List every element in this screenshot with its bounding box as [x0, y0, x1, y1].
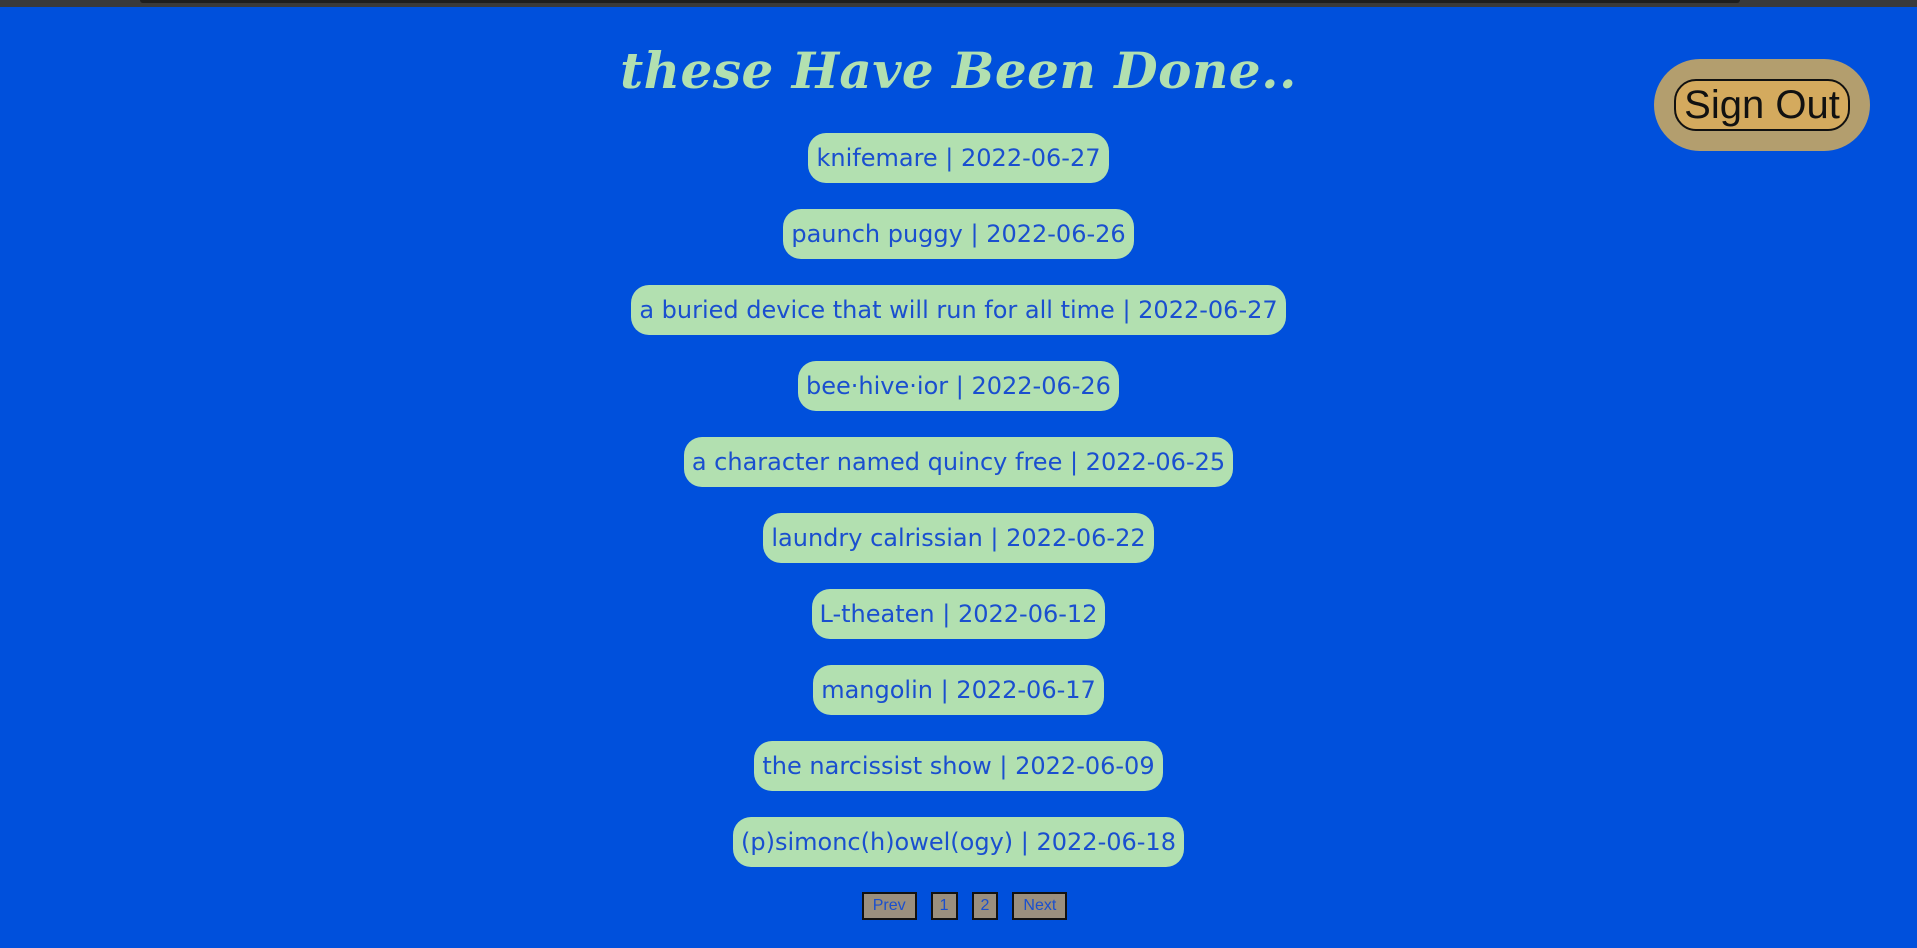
list-item[interactable]: knifemare | 2022-06-27	[808, 133, 1109, 183]
list-item[interactable]: mangolin | 2022-06-17	[813, 665, 1104, 715]
page-title: these Have Been Done..	[620, 41, 1297, 100]
list-item[interactable]: paunch puggy | 2022-06-26	[783, 209, 1134, 259]
list-item[interactable]: laundry calrissian | 2022-06-22	[763, 513, 1154, 563]
list-item[interactable]: a character named quincy free | 2022-06-…	[683, 437, 1234, 487]
pagination: Prev 1 2 Next	[0, 892, 1917, 920]
page-1-button[interactable]: 1	[930, 892, 958, 920]
list-item[interactable]: (p)simonc(h)owel(ogy) | 2022-06-18	[733, 817, 1184, 867]
list-item[interactable]: L-theaten | 2022-06-12	[811, 589, 1106, 639]
next-page-button[interactable]: Next	[1012, 892, 1068, 920]
prev-page-button[interactable]: Prev	[861, 892, 917, 920]
list-item[interactable]: a buried device that will run for all ti…	[631, 285, 1286, 335]
list-item[interactable]: the narcissist show | 2022-06-09	[754, 741, 1163, 791]
browser-top-edge	[0, 0, 1917, 7]
page-2-button[interactable]: 2	[971, 892, 999, 920]
list-item[interactable]: bee·hive·ior | 2022-06-26	[798, 361, 1119, 411]
done-items-list: knifemare | 2022-06-27 paunch puggy | 20…	[0, 133, 1917, 867]
browser-top-edge-inner	[140, 0, 1740, 3]
sign-out-button[interactable]: Sign Out	[1674, 79, 1850, 131]
